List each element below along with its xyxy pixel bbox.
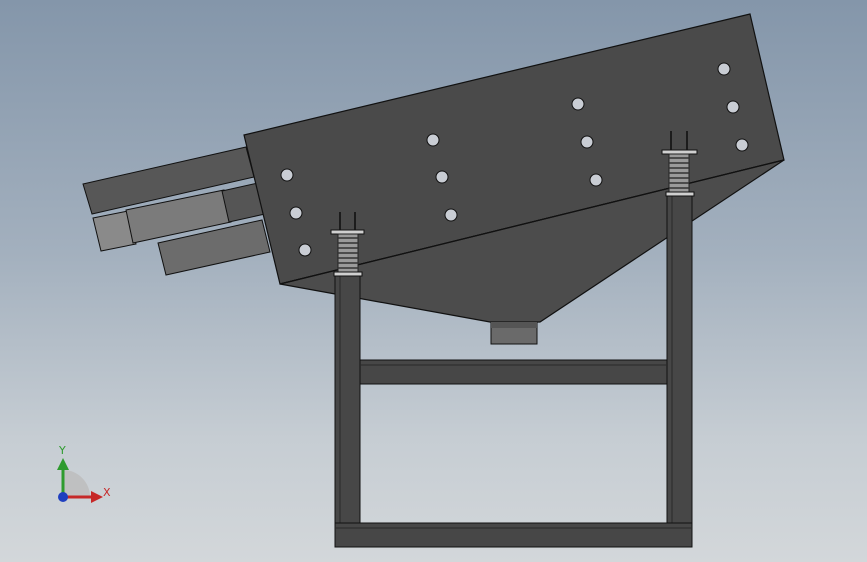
bolt-hole <box>280 168 294 182</box>
right-spring-windings <box>669 157 689 189</box>
bolt-hole <box>580 135 594 149</box>
left-spring-windings <box>338 237 358 269</box>
right-post[interactable] <box>666 195 693 524</box>
bolt-hole <box>726 100 740 114</box>
middle-crossbar[interactable] <box>359 359 668 385</box>
triad-y-label: Y <box>58 444 66 457</box>
triad-plane-quadrant <box>63 470 90 497</box>
right-spring-base-plate <box>665 191 695 197</box>
left-post[interactable] <box>334 275 361 524</box>
bolt-hole <box>426 133 440 147</box>
z-axis-dot <box>58 492 68 502</box>
bolt-hole <box>289 206 303 220</box>
orientation-triad[interactable]: Y X <box>57 444 111 503</box>
outlet-chutes[interactable] <box>82 146 271 276</box>
left-spring-top-plate <box>330 229 365 235</box>
bolt-hole <box>571 97 585 111</box>
left-spring-base-plate <box>333 271 363 277</box>
triad-x-label: X <box>103 486 111 499</box>
bolt-hole <box>735 138 749 152</box>
y-axis-arrowhead <box>57 458 69 470</box>
bolt-hole <box>589 173 603 187</box>
bolt-hole <box>717 62 731 76</box>
discharge-outlet-shade <box>491 322 537 328</box>
bolt-hole <box>298 243 312 257</box>
graphics-viewport[interactable]: Y X <box>0 0 867 562</box>
base-beam[interactable] <box>334 522 693 548</box>
screen-box[interactable] <box>243 13 785 345</box>
bolt-hole <box>435 170 449 184</box>
model-scene[interactable]: Y X <box>0 0 867 562</box>
right-spring-top-plate <box>661 149 698 155</box>
bolt-hole <box>444 208 458 222</box>
x-axis-arrowhead <box>91 491 103 503</box>
